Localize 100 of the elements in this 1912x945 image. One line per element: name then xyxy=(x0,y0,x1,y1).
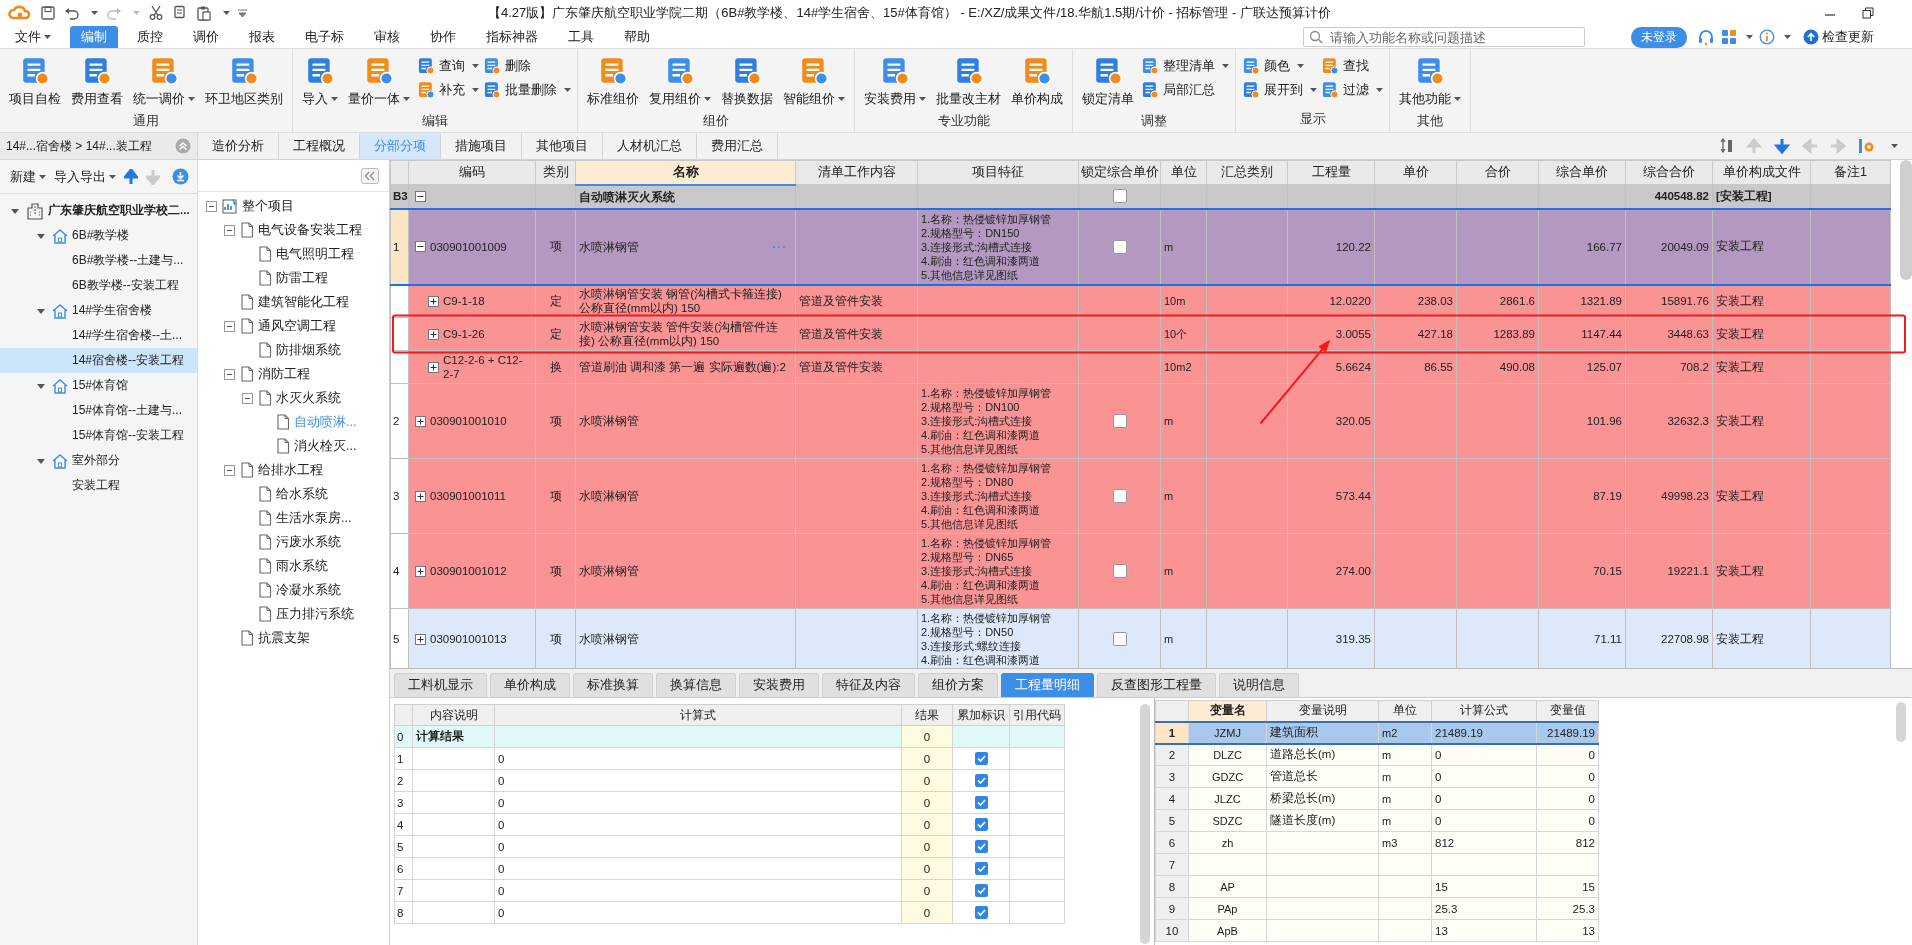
table-row[interactable]: 1 JZMJ 建筑面积 m2 21489.19 21489.19 xyxy=(1155,721,1599,744)
tree-item[interactable]: 14#宿舍楼--安装工程 xyxy=(0,348,197,373)
down-arrow-icon[interactable] xyxy=(1774,138,1790,154)
tab[interactable]: 人材机汇总 xyxy=(603,133,697,159)
ribbon-button[interactable]: 整理清单 xyxy=(1141,57,1229,75)
tree-item[interactable]: 给水系统 xyxy=(198,482,389,506)
ribbon-button[interactable]: 复用组价 xyxy=(646,53,714,111)
checkbox[interactable] xyxy=(974,818,988,832)
grid-icon[interactable] xyxy=(1721,29,1737,45)
ribbon-button[interactable]: 安装费用 xyxy=(861,53,929,111)
checkbox[interactable] xyxy=(974,840,988,854)
table-row[interactable]: 2 030901001010 项 水喷淋钢管 1.名称：热侵镀锌加厚钢管 2.规格型号：DN100 3.连接形式:沟槽式连接 4.刷油：红色调和漆两道 5.其他信息详见图纸 m 320.05 101.96 32632.3 安装工程 xyxy=(390,383,1891,459)
tree-item[interactable]: 自动喷淋... xyxy=(198,410,389,434)
table-row[interactable]: 3 030901001011 项 水喷淋钢管 1.名称：热侵镀锌加厚钢管 2.规格型号：DN80 3.连接形式:沟槽式连接 4.刷油：红色调和漆两道 5.其他信息详见图纸 m 573.44 87.19 49998.23 安装工程 xyxy=(390,458,1891,534)
collapse-toggle[interactable] xyxy=(415,241,426,252)
tab[interactable]: 安装费用 xyxy=(739,673,819,697)
table-row[interactable]: C9-1-26 定 水喷淋钢管安装 管件安装(沟槽管件连接) 公称直径(mm以内) 150 管道及管件安装 10个 3.0055 427.18 1283.89 1147.44 3448.63 安装工程 xyxy=(390,317,1891,351)
tree-item[interactable]: 压力排污系统 xyxy=(198,602,389,626)
collapse-panel-icon[interactable] xyxy=(361,167,379,184)
tree-item[interactable]: 冷凝水系统 xyxy=(198,578,389,602)
ribbon-button[interactable]: 锁定清单 xyxy=(1079,53,1137,111)
expand-toggle[interactable] xyxy=(428,328,439,340)
tab[interactable]: 说明信息 xyxy=(1219,673,1299,697)
up-arrow-icon[interactable] xyxy=(124,168,138,185)
ribbon-button[interactable]: 补充 xyxy=(417,81,479,99)
menu-item[interactable]: 质控 xyxy=(126,26,174,48)
toolbar-button[interactable]: 新建 xyxy=(10,167,46,186)
table-row[interactable]: 9 PAp 25.3 25.3 xyxy=(1155,897,1599,920)
tab[interactable]: 反查图形工程量 xyxy=(1097,673,1216,697)
menu-item[interactable]: 报表 xyxy=(238,26,286,48)
tree-item[interactable]: 15#体育馆--安装工程 xyxy=(0,423,197,448)
ribbon-button[interactable]: 查询 xyxy=(417,57,479,75)
tree-item[interactable]: 6B#教学楼 xyxy=(0,223,197,248)
sort-icon[interactable] xyxy=(1720,138,1734,154)
ribbon-button[interactable]: 费用查看 xyxy=(68,53,126,111)
restore-icon[interactable] xyxy=(1862,7,1874,19)
menu-item[interactable]: 协作 xyxy=(419,26,467,48)
expand-toggle[interactable] xyxy=(415,633,426,645)
column-header[interactable]: 编码 xyxy=(408,160,536,185)
ribbon-button[interactable]: 替换数据 xyxy=(718,53,776,111)
collapse-toggle[interactable] xyxy=(223,368,235,380)
scrollbar[interactable] xyxy=(1900,160,1912,280)
tree-item[interactable]: 水灭火系统 xyxy=(198,386,389,410)
tree-item[interactable]: 14#学生宿舍楼 xyxy=(0,298,197,323)
ribbon-button[interactable]: 过滤 xyxy=(1321,81,1383,99)
ribbon-button[interactable]: 导入 xyxy=(299,53,341,111)
collapse-toggle[interactable] xyxy=(415,190,426,202)
column-header[interactable]: 单价 xyxy=(1374,160,1457,185)
tab[interactable]: 工料机显示 xyxy=(394,673,487,697)
tab[interactable]: 换算信息 xyxy=(656,673,736,697)
tree-item[interactable]: 14#学生宿舍楼--土... xyxy=(0,323,197,348)
expand-toggle[interactable] xyxy=(415,490,426,502)
ribbon-button[interactable]: 颜色 xyxy=(1242,57,1317,75)
checkbox[interactable] xyxy=(1112,489,1127,503)
paste-icon[interactable] xyxy=(196,5,212,21)
collapse-toggle[interactable] xyxy=(223,320,235,332)
tree-item[interactable]: 15#体育馆 xyxy=(0,373,197,398)
tree-item[interactable]: 通风空调工程 xyxy=(198,314,389,338)
checkbox[interactable] xyxy=(1112,414,1127,428)
tree-item[interactable]: 建筑智能化工程 xyxy=(198,290,389,314)
tree-item[interactable]: 防排烟系统 xyxy=(198,338,389,362)
column-header[interactable]: 内容说明 xyxy=(412,704,495,726)
ribbon-button[interactable]: 环卫地区类别 xyxy=(202,53,286,111)
column-header[interactable]: 引用代码 xyxy=(1009,704,1065,726)
logo-icon[interactable] xyxy=(8,5,32,21)
tree-item[interactable]: 6B教学楼--安装工程 xyxy=(0,273,197,298)
toolbar-button[interactable]: 导入导出 xyxy=(54,167,116,186)
column-header[interactable]: 锁定综合单价 xyxy=(1078,160,1161,185)
column-header[interactable]: 备注1 xyxy=(1810,160,1891,185)
tree-item[interactable]: 整个项目 xyxy=(198,194,389,218)
tab[interactable]: 组价方案 xyxy=(918,673,998,697)
table-row[interactable]: 10 ApB 13 13 xyxy=(1155,919,1599,942)
column-header[interactable]: 计算公式 xyxy=(1431,700,1537,722)
customize-icon[interactable] xyxy=(238,9,247,17)
tree-item[interactable]: 电气照明工程 xyxy=(198,242,389,266)
column-header[interactable]: 综合单价 xyxy=(1538,160,1626,185)
ribbon-button[interactable]: 批量改主材 xyxy=(933,53,1004,111)
column-header[interactable]: 汇总类别 xyxy=(1206,160,1288,185)
checkbox[interactable] xyxy=(1112,189,1127,204)
expand-toggle[interactable] xyxy=(415,565,426,577)
checkbox[interactable] xyxy=(1112,632,1127,646)
tree-item[interactable]: 15#体育馆--土建与... xyxy=(0,398,197,423)
ribbon-button[interactable]: 批量删除 xyxy=(483,81,571,99)
ribbon-button[interactable]: 查找 xyxy=(1321,57,1383,75)
redo-icon[interactable] xyxy=(106,5,122,21)
table-row[interactable]: 2 DLZC 道路总长(m) m 0 0 xyxy=(1155,743,1599,766)
ribbon-button[interactable]: 单价构成 xyxy=(1008,53,1066,111)
ribbon-button[interactable]: 标准组价 xyxy=(584,53,642,111)
table-row[interactable]: 4 030901001012 项 水喷淋钢管 1.名称：热侵镀锌加厚钢管 2.规格型号：DN65 3.连接形式:沟槽式连接 4.刷油：红色调和漆两道 5.其他信息详见图纸 m 274.00 70.15 19221.1 安装工程 xyxy=(390,533,1891,609)
expand-toggle[interactable] xyxy=(428,295,439,307)
tab[interactable]: 特征及内容 xyxy=(822,673,915,697)
tab[interactable]: 措施项目 xyxy=(441,133,522,159)
collapse-icon[interactable] xyxy=(175,138,191,154)
menu-item[interactable]: 文件 xyxy=(4,26,62,48)
tab[interactable]: 标准换算 xyxy=(573,673,653,697)
tab[interactable]: 其他项目 xyxy=(522,133,603,159)
ribbon-button[interactable]: 展开到 xyxy=(1242,81,1317,99)
column-header[interactable]: 合价 xyxy=(1456,160,1539,185)
table-row[interactable]: 4 JLZC 桥梁总长(m) m 0 0 xyxy=(1155,787,1599,810)
collapse-toggle[interactable] xyxy=(223,224,235,236)
